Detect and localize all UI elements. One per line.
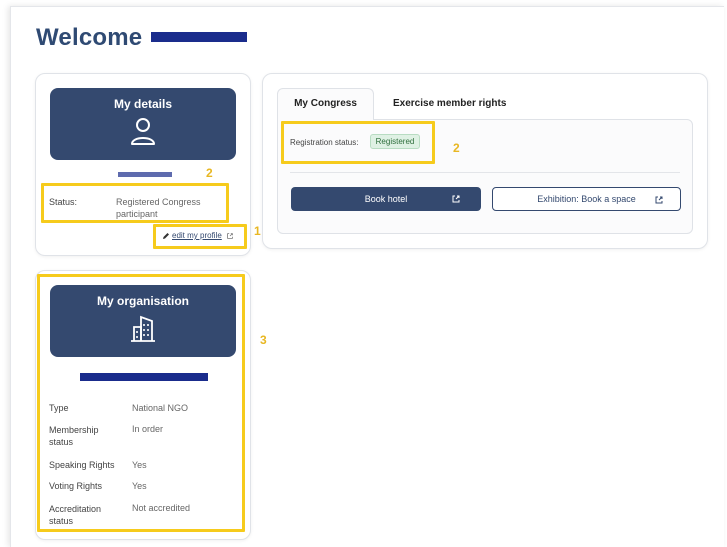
external-link-icon <box>655 196 663 204</box>
org-speaking-value: Yes <box>132 460 147 470</box>
book-hotel-label: Book hotel <box>364 194 408 204</box>
org-type-label: Type <box>49 403 69 413</box>
tab-exercise-member-rights[interactable]: Exercise member rights <box>393 98 506 109</box>
tab-my-congress[interactable]: My Congress <box>277 88 374 120</box>
redacted-organisation-name <box>80 373 208 381</box>
external-link-icon <box>452 195 460 203</box>
my-organisation-title: My organisation <box>96 294 189 308</box>
org-membership-label: Membership status <box>49 425 99 447</box>
annotation-number-2b: 2 <box>453 141 460 155</box>
annotation-number-3: 3 <box>260 333 267 347</box>
edit-profile-text: edit my profile <box>172 231 222 240</box>
org-speaking-label: Speaking Rights <box>49 460 115 470</box>
org-accreditation-value: Not accredited <box>132 503 191 513</box>
pencil-icon <box>163 232 169 239</box>
org-type-value: National NGO <box>132 403 189 413</box>
redacted-user-name <box>118 172 172 177</box>
panel-divider <box>290 172 680 173</box>
annotation-number-1: 1 <box>254 224 261 238</box>
registration-status-badge: Registered <box>370 134 420 149</box>
book-hotel-button[interactable]: Book hotel <box>291 187 481 211</box>
my-details-banner: My details <box>50 88 236 160</box>
exhibition-label: Exhibition: Book a space <box>537 194 636 204</box>
org-accreditation-label: Accreditation status <box>49 504 102 526</box>
org-membership-value: In order <box>132 424 164 434</box>
annotation-number-2: 2 <box>206 166 213 180</box>
my-details-title: My details <box>113 97 173 111</box>
tab-exercise-member-rights-label: Exercise member rights <box>393 98 507 109</box>
welcome-text: Welcome <box>36 24 143 51</box>
external-link-icon <box>226 232 233 239</box>
user-outline-icon <box>131 118 155 145</box>
my-organisation-banner: My organisation <box>50 285 236 357</box>
org-voting-label: Voting Rights <box>49 481 103 491</box>
building-icon <box>131 315 155 342</box>
exhibition-book-space-button[interactable]: Exhibition: Book a space <box>492 187 681 211</box>
org-voting-value: Yes <box>132 481 147 491</box>
edit-profile-link[interactable]: edit my profile <box>162 231 234 240</box>
status-value: Registered Congress participant <box>116 197 201 219</box>
redacted-name <box>151 31 248 42</box>
tab-my-congress-label: My Congress <box>294 98 357 109</box>
registration-status-label: Registration status: <box>290 138 359 147</box>
welcome-heading: Welcome <box>36 24 248 52</box>
status-label: Status: <box>49 197 78 207</box>
